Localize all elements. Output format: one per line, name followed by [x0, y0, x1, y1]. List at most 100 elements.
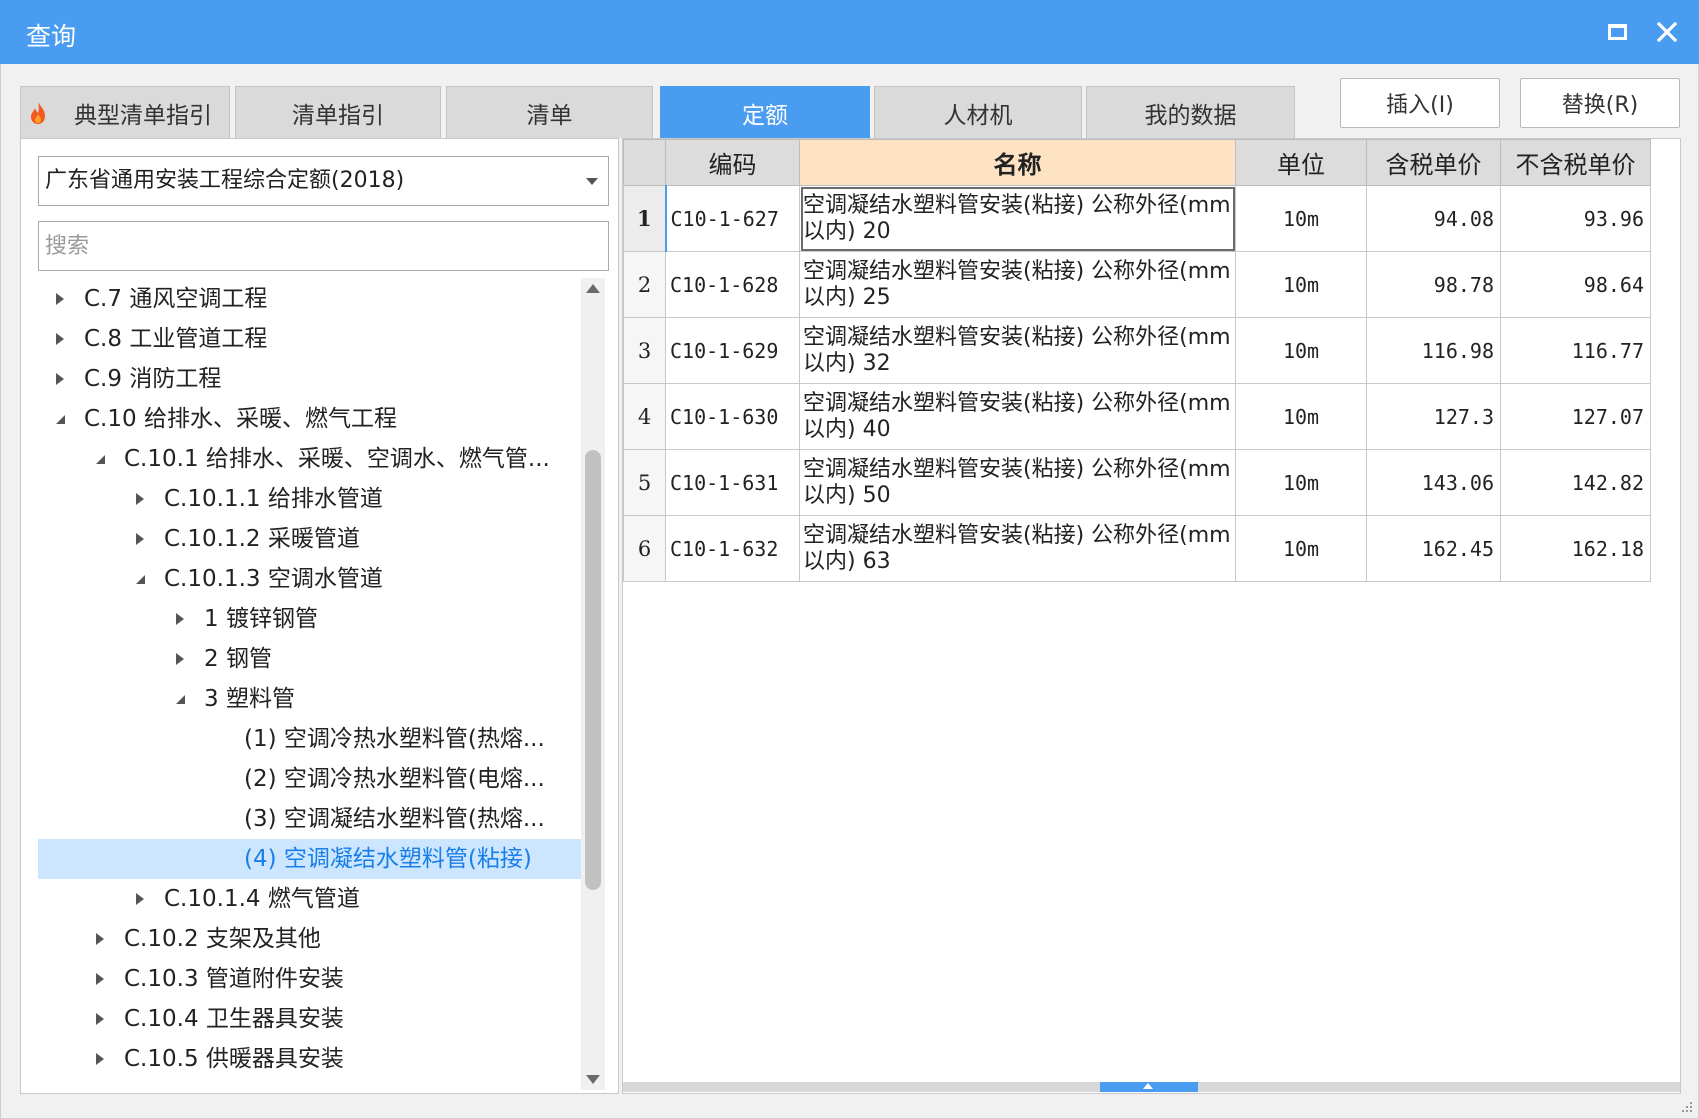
row-index[interactable]: 4: [623, 383, 666, 450]
collapse-arrow-icon[interactable]: [52, 399, 68, 439]
tree-item[interactable]: C.10 给排水、采暖、燃气工程: [38, 399, 581, 439]
tree-item[interactable]: C.10.1 给排水、采暖、空调水、燃气管...: [38, 439, 581, 479]
table-row[interactable]: 2 C10-1-628 空调凝结水塑料管安装(粘接) 公称外径(mm以内) 25 10…: [623, 251, 1651, 318]
cell-tax-price[interactable]: 94.08: [1366, 185, 1501, 252]
cell-name[interactable]: 空调凝结水塑料管安装(粘接) 公称外径(mm以内) 50: [799, 449, 1236, 516]
tree-item[interactable]: C.7 通风空调工程: [38, 279, 581, 319]
column-header-tax-price[interactable]: 含税单价: [1366, 139, 1501, 186]
cell-unit[interactable]: 10m: [1235, 251, 1367, 318]
cell-notax-price[interactable]: 93.96: [1500, 185, 1651, 252]
row-index[interactable]: 1: [623, 185, 667, 252]
cell-tax-price[interactable]: 98.78: [1366, 251, 1501, 318]
tree-item[interactable]: (1) 空调冷热水塑料管(热熔...: [38, 719, 581, 759]
row-index[interactable]: 5: [623, 449, 666, 516]
row-index[interactable]: 3: [623, 317, 666, 384]
tree-item[interactable]: C.10.5 供暖器具安装: [38, 1039, 581, 1079]
tree-item[interactable]: C.10.1.2 采暖管道: [38, 519, 581, 559]
close-button[interactable]: [1651, 16, 1683, 48]
tree-item[interactable]: 3 塑料管: [38, 679, 581, 719]
column-header-notax-price[interactable]: 不含税单价: [1500, 139, 1651, 186]
table-row[interactable]: 6 C10-1-632 空调凝结水塑料管安装(粘接) 公称外径(mm以内) 63 10…: [623, 515, 1651, 582]
tree-item[interactable]: C.10.1.3 空调水管道: [38, 559, 581, 599]
replace-button[interactable]: 替换(R): [1520, 78, 1680, 128]
quota-library-select[interactable]: 广东省通用安装工程综合定额(2018): [38, 156, 609, 206]
resize-grip-icon[interactable]: [1678, 1098, 1694, 1114]
cell-tax-price[interactable]: 116.98: [1366, 317, 1501, 384]
column-header-name[interactable]: 名称: [799, 139, 1236, 186]
search-input[interactable]: [38, 221, 609, 271]
cell-unit[interactable]: 10m: [1235, 449, 1367, 516]
tree-item[interactable]: C.10.4 卫生器具安装: [38, 999, 581, 1039]
cell-name[interactable]: 空调凝结水塑料管安装(粘接) 公称外径(mm以内) 20: [799, 185, 1236, 252]
expand-arrow-icon[interactable]: [132, 519, 148, 559]
tree-item[interactable]: C.10.1.1 给排水管道: [38, 479, 581, 519]
tab-typical-list-guide[interactable]: 典型清单指引: [20, 86, 230, 138]
cell-code[interactable]: C10-1-630: [665, 383, 800, 450]
table-row[interactable]: 4 C10-1-630 空调凝结水塑料管安装(粘接) 公称外径(mm以内) 40 10…: [623, 383, 1651, 450]
tree-item[interactable]: C.10.3 管道附件安装: [38, 959, 581, 999]
cell-notax-price[interactable]: 127.07: [1500, 383, 1651, 450]
tree-item[interactable]: C.10.1.4 燃气管道: [38, 879, 581, 919]
cell-code[interactable]: C10-1-627: [665, 185, 800, 252]
expand-arrow-icon[interactable]: [52, 359, 68, 399]
collapse-arrow-icon[interactable]: [92, 439, 108, 479]
tab-quota[interactable]: 定额: [660, 86, 870, 138]
tree-item[interactable]: C.9 消防工程: [38, 359, 581, 399]
grid-splitter[interactable]: [623, 1082, 1680, 1092]
expand-arrow-icon[interactable]: [92, 1039, 108, 1079]
tab-list[interactable]: 清单: [446, 86, 653, 138]
tree-item[interactable]: (3) 空调凝结水塑料管(热熔...: [38, 799, 581, 839]
cell-unit[interactable]: 10m: [1235, 185, 1367, 252]
cell-notax-price[interactable]: 98.64: [1500, 251, 1651, 318]
cell-name[interactable]: 空调凝结水塑料管安装(粘接) 公称外径(mm以内) 32: [799, 317, 1236, 384]
cell-tax-price[interactable]: 143.06: [1366, 449, 1501, 516]
maximize-button[interactable]: [1601, 16, 1633, 48]
cell-unit[interactable]: 10m: [1235, 317, 1367, 384]
table-row[interactable]: 3 C10-1-629 空调凝结水塑料管安装(粘接) 公称外径(mm以内) 32 10…: [623, 317, 1651, 384]
row-index[interactable]: 2: [623, 251, 666, 318]
cell-tax-price[interactable]: 127.3: [1366, 383, 1501, 450]
collapse-arrow-icon[interactable]: [132, 559, 148, 599]
tree-item[interactable]: C.8 工业管道工程: [38, 319, 581, 359]
tree-item[interactable]: C.10.2 支架及其他: [38, 919, 581, 959]
cell-unit[interactable]: 10m: [1235, 515, 1367, 582]
tab-list-guide[interactable]: 清单指引: [235, 86, 441, 138]
expand-arrow-icon[interactable]: [132, 879, 148, 919]
expand-arrow-icon[interactable]: [92, 959, 108, 999]
cell-notax-price[interactable]: 116.77: [1500, 317, 1651, 384]
expand-arrow-icon[interactable]: [92, 919, 108, 959]
tab-labor-material-machine[interactable]: 人材机: [874, 86, 1082, 138]
cell-code[interactable]: C10-1-632: [665, 515, 800, 582]
tree-item[interactable]: (4) 空调凝结水塑料管(粘接): [38, 839, 581, 879]
scroll-up-icon[interactable]: [586, 284, 600, 293]
scroll-down-icon[interactable]: [586, 1075, 600, 1084]
cell-code[interactable]: C10-1-628: [665, 251, 800, 318]
expand-arrow-icon[interactable]: [92, 999, 108, 1039]
cell-name[interactable]: 空调凝结水塑料管安装(粘接) 公称外径(mm以内) 25: [799, 251, 1236, 318]
column-header-code[interactable]: 编码: [665, 139, 800, 186]
cell-code[interactable]: C10-1-631: [665, 449, 800, 516]
collapse-arrow-icon[interactable]: [172, 679, 188, 719]
cell-unit[interactable]: 10m: [1235, 383, 1367, 450]
cell-tax-price[interactable]: 162.45: [1366, 515, 1501, 582]
tree-scrollbar[interactable]: [581, 278, 605, 1090]
tree-item[interactable]: (2) 空调冷热水塑料管(电熔...: [38, 759, 581, 799]
tab-my-data[interactable]: 我的数据: [1086, 86, 1295, 138]
tree-item[interactable]: 2 钢管: [38, 639, 581, 679]
expand-arrow-icon[interactable]: [172, 639, 188, 679]
row-index[interactable]: 6: [623, 515, 666, 582]
tree-item[interactable]: 1 镀锌钢管: [38, 599, 581, 639]
cell-notax-price[interactable]: 162.18: [1500, 515, 1651, 582]
expand-arrow-icon[interactable]: [52, 319, 68, 359]
scrollbar-thumb[interactable]: [585, 450, 601, 890]
expand-arrow-icon[interactable]: [132, 479, 148, 519]
table-row[interactable]: 5 C10-1-631 空调凝结水塑料管安装(粘接) 公称外径(mm以内) 50 10…: [623, 449, 1651, 516]
cell-code[interactable]: C10-1-629: [665, 317, 800, 384]
cell-notax-price[interactable]: 142.82: [1500, 449, 1651, 516]
expand-arrow-icon[interactable]: [172, 599, 188, 639]
insert-button[interactable]: 插入(I): [1340, 78, 1500, 128]
cell-name[interactable]: 空调凝结水塑料管安装(粘接) 公称外径(mm以内) 63: [799, 515, 1236, 582]
column-header-unit[interactable]: 单位: [1235, 139, 1367, 186]
expand-arrow-icon[interactable]: [52, 279, 68, 319]
cell-name[interactable]: 空调凝结水塑料管安装(粘接) 公称外径(mm以内) 40: [799, 383, 1236, 450]
